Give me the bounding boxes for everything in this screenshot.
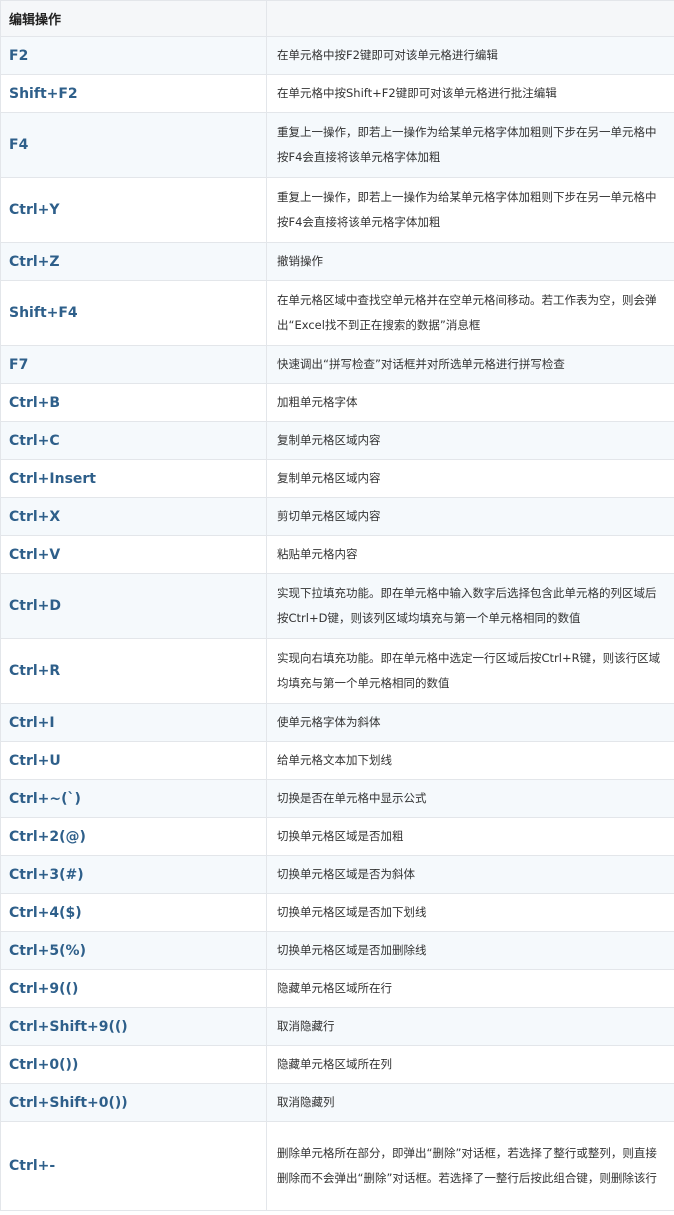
shortcut-description: 切换是否在单元格中显示公式 bbox=[266, 779, 674, 818]
table-row: Ctrl+Shift+9(() 取消隐藏行 bbox=[0, 1007, 674, 1046]
shortcut-key: Shift+F4 bbox=[0, 280, 267, 346]
table-row: Ctrl+Shift+0()) 取消隐藏列 bbox=[0, 1083, 674, 1122]
shortcut-description: 在单元格中按F2键即可对该单元格进行编辑 bbox=[266, 36, 674, 75]
shortcut-key: Ctrl+4($) bbox=[0, 893, 267, 932]
table-row: Ctrl+- 删除单元格所在部分，即弹出“删除”对话框，若选择了整行或整列，则直… bbox=[0, 1121, 674, 1211]
table-row: Ctrl+C 复制单元格区域内容 bbox=[0, 421, 674, 460]
table-header-row: 编辑操作 bbox=[0, 0, 674, 37]
shortcut-description: 粘贴单元格内容 bbox=[266, 535, 674, 574]
table-row: Ctrl+~(`) 切换是否在单元格中显示公式 bbox=[0, 779, 674, 818]
shortcut-description: 删除单元格所在部分，即弹出“删除”对话框，若选择了整行或整列，则直接删除而不会弹… bbox=[266, 1121, 674, 1211]
table-row: Ctrl+4($) 切换单元格区域是否加下划线 bbox=[0, 893, 674, 932]
shortcut-description: 隐藏单元格区域所在列 bbox=[266, 1045, 674, 1084]
shortcut-key: F2 bbox=[0, 36, 267, 75]
shortcut-key: Ctrl+U bbox=[0, 741, 267, 780]
table-row: Ctrl+5(%) 切换单元格区域是否加删除线 bbox=[0, 931, 674, 970]
shortcut-description: 加粗单元格字体 bbox=[266, 383, 674, 422]
shortcut-description: 重复上一操作，即若上一操作为给某单元格字体加粗则下步在另一单元格中按F4会直接将… bbox=[266, 112, 674, 178]
shortcut-description: 隐藏单元格区域所在行 bbox=[266, 969, 674, 1008]
shortcut-description: 复制单元格区域内容 bbox=[266, 421, 674, 460]
table-row: F2 在单元格中按F2键即可对该单元格进行编辑 bbox=[0, 36, 674, 75]
table-row: Ctrl+3(#) 切换单元格区域是否为斜体 bbox=[0, 855, 674, 894]
table-row: Ctrl+Y 重复上一操作，即若上一操作为给某单元格字体加粗则下步在另一单元格中… bbox=[0, 177, 674, 243]
table-row: Ctrl+U 给单元格文本加下划线 bbox=[0, 741, 674, 780]
shortcut-key: Ctrl+B bbox=[0, 383, 267, 422]
shortcut-key: Ctrl+C bbox=[0, 421, 267, 460]
shortcut-key: Ctrl+9(() bbox=[0, 969, 267, 1008]
shortcut-key: Ctrl+Z bbox=[0, 242, 267, 281]
table-row: Shift+F4 在单元格区域中查找空单元格并在空单元格间移动。若工作表为空，则… bbox=[0, 280, 674, 346]
table-row: Ctrl+X 剪切单元格区域内容 bbox=[0, 497, 674, 536]
table-row: Ctrl+9(() 隐藏单元格区域所在行 bbox=[0, 969, 674, 1008]
table-row: Ctrl+D 实现下拉填充功能。即在单元格中输入数字后选择包含此单元格的列区域后… bbox=[0, 573, 674, 639]
shortcut-key: Ctrl+2(@) bbox=[0, 817, 267, 856]
shortcut-description: 使单元格字体为斜体 bbox=[266, 703, 674, 742]
shortcut-key: Ctrl+Shift+9(() bbox=[0, 1007, 267, 1046]
table-row: Ctrl+Insert 复制单元格区域内容 bbox=[0, 459, 674, 498]
header-edit-operations: 编辑操作 bbox=[0, 0, 267, 37]
shortcut-key: Ctrl+~(`) bbox=[0, 779, 267, 818]
shortcut-key: Ctrl+Shift+0()) bbox=[0, 1083, 267, 1122]
shortcut-description: 切换单元格区域是否加下划线 bbox=[266, 893, 674, 932]
shortcut-key: Ctrl+V bbox=[0, 535, 267, 574]
shortcut-key: Ctrl+Insert bbox=[0, 459, 267, 498]
header-description bbox=[266, 0, 674, 37]
shortcut-table: 编辑操作 F2 在单元格中按F2键即可对该单元格进行编辑 Shift+F2 在单… bbox=[0, 0, 674, 1211]
shortcut-description: 切换单元格区域是否加删除线 bbox=[266, 931, 674, 970]
table-row: Ctrl+Z 撤销操作 bbox=[0, 242, 674, 281]
shortcut-key: Ctrl+3(#) bbox=[0, 855, 267, 894]
table-row: Ctrl+2(@) 切换单元格区域是否加粗 bbox=[0, 817, 674, 856]
shortcut-description: 取消隐藏行 bbox=[266, 1007, 674, 1046]
shortcut-key: Ctrl+5(%) bbox=[0, 931, 267, 970]
shortcut-description: 取消隐藏列 bbox=[266, 1083, 674, 1122]
shortcut-key: F7 bbox=[0, 345, 267, 384]
shortcut-key: Ctrl+D bbox=[0, 573, 267, 639]
shortcut-description: 在单元格区域中查找空单元格并在空单元格间移动。若工作表为空，则会弹出“Excel… bbox=[266, 280, 674, 346]
shortcut-key: Ctrl+R bbox=[0, 638, 267, 704]
shortcut-description: 重复上一操作，即若上一操作为给某单元格字体加粗则下步在另一单元格中按F4会直接将… bbox=[266, 177, 674, 243]
table-row: Ctrl+0()) 隐藏单元格区域所在列 bbox=[0, 1045, 674, 1084]
shortcut-description: 实现下拉填充功能。即在单元格中输入数字后选择包含此单元格的列区域后按Ctrl+D… bbox=[266, 573, 674, 639]
shortcut-description: 给单元格文本加下划线 bbox=[266, 741, 674, 780]
shortcut-description: 在单元格中按Shift+F2键即可对该单元格进行批注编辑 bbox=[266, 74, 674, 113]
shortcut-key: Ctrl+- bbox=[0, 1121, 267, 1211]
shortcut-key: Shift+F2 bbox=[0, 74, 267, 113]
shortcut-description: 撤销操作 bbox=[266, 242, 674, 281]
shortcut-description: 切换单元格区域是否为斜体 bbox=[266, 855, 674, 894]
shortcut-description: 剪切单元格区域内容 bbox=[266, 497, 674, 536]
shortcut-description: 切换单元格区域是否加粗 bbox=[266, 817, 674, 856]
table-row: Ctrl+I 使单元格字体为斜体 bbox=[0, 703, 674, 742]
shortcut-description: 复制单元格区域内容 bbox=[266, 459, 674, 498]
shortcut-key: Ctrl+X bbox=[0, 497, 267, 536]
shortcut-key: F4 bbox=[0, 112, 267, 178]
table-row: F7 快速调出“拼写检查”对话框并对所选单元格进行拼写检查 bbox=[0, 345, 674, 384]
table-row: F4 重复上一操作，即若上一操作为给某单元格字体加粗则下步在另一单元格中按F4会… bbox=[0, 112, 674, 178]
shortcut-key: Ctrl+I bbox=[0, 703, 267, 742]
shortcut-description: 快速调出“拼写检查”对话框并对所选单元格进行拼写检查 bbox=[266, 345, 674, 384]
shortcut-key: Ctrl+Y bbox=[0, 177, 267, 243]
shortcut-key: Ctrl+0()) bbox=[0, 1045, 267, 1084]
table-row: Ctrl+B 加粗单元格字体 bbox=[0, 383, 674, 422]
shortcut-description: 实现向右填充功能。即在单元格中选定一行区域后按Ctrl+R键，则该行区域均填充与… bbox=[266, 638, 674, 704]
table-row: Ctrl+R 实现向右填充功能。即在单元格中选定一行区域后按Ctrl+R键，则该… bbox=[0, 638, 674, 704]
table-row: Shift+F2 在单元格中按Shift+F2键即可对该单元格进行批注编辑 bbox=[0, 74, 674, 113]
table-row: Ctrl+V 粘贴单元格内容 bbox=[0, 535, 674, 574]
